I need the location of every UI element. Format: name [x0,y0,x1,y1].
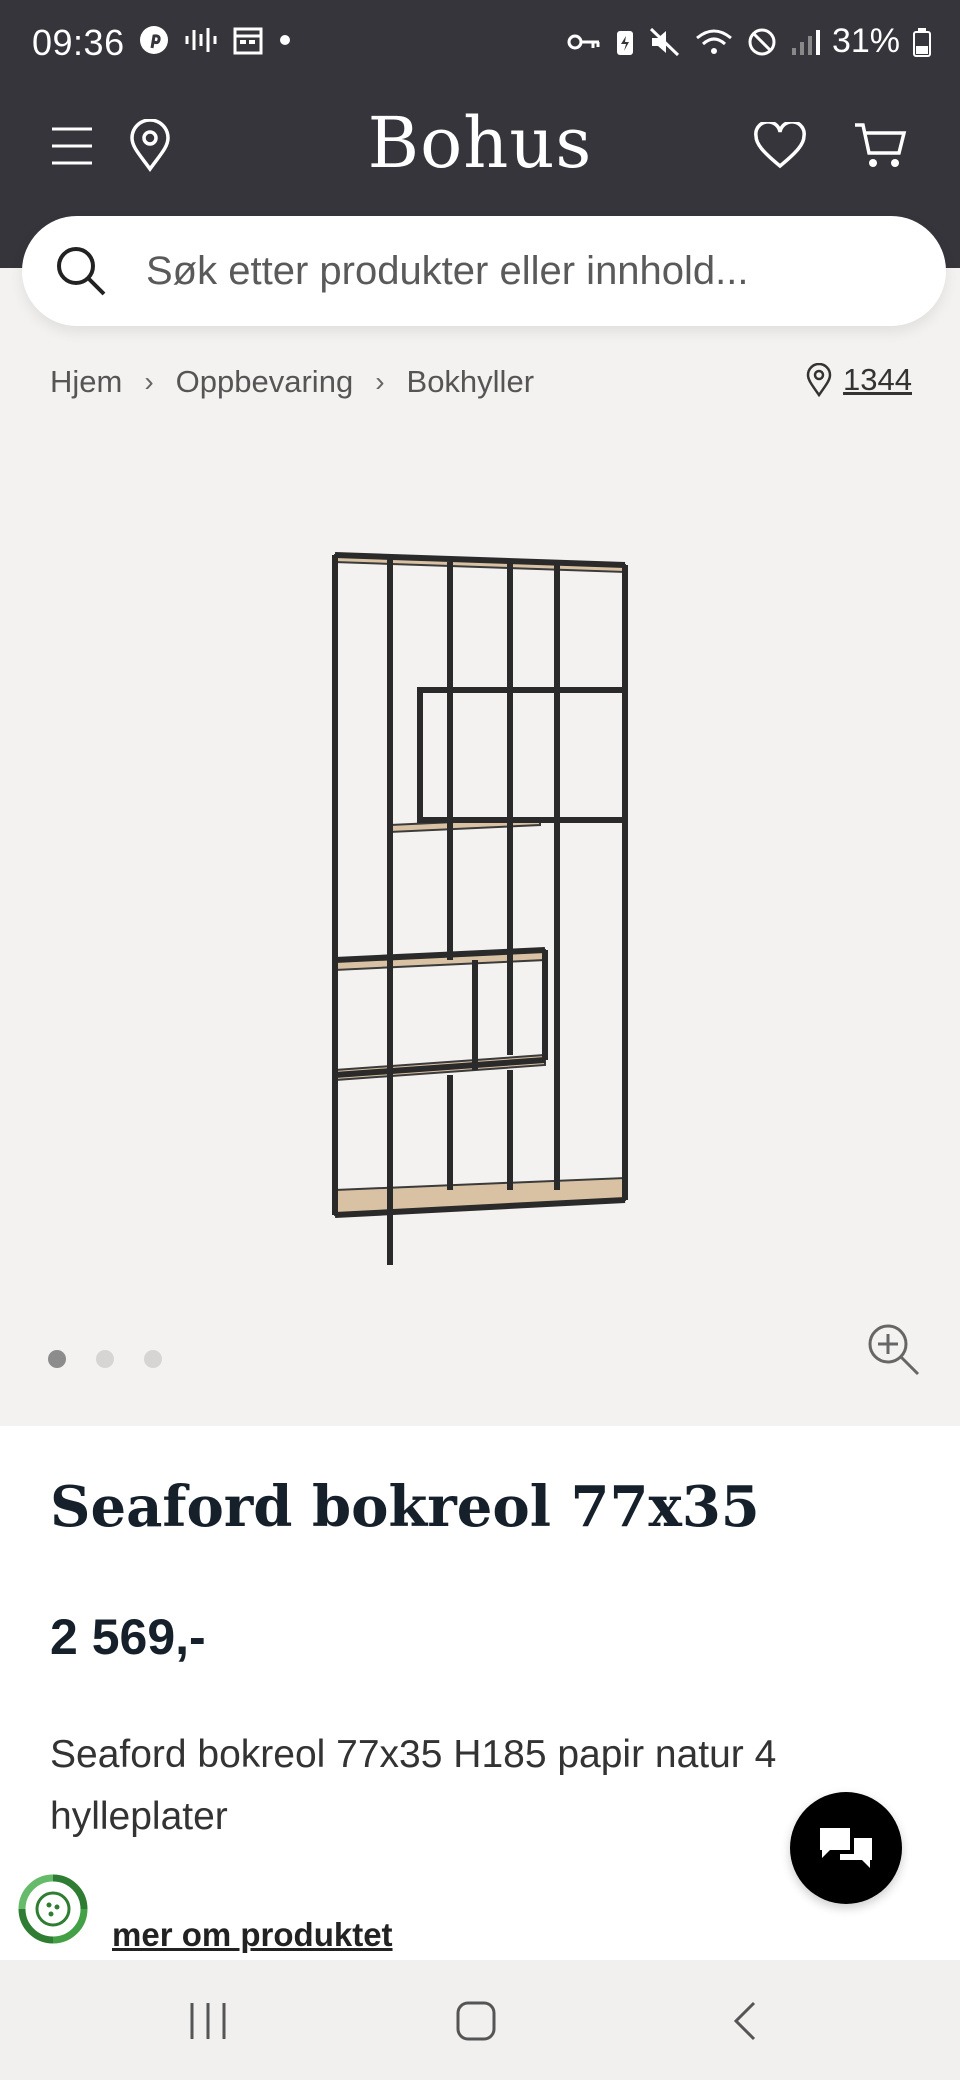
location-pin-icon [806,363,832,397]
search-icon[interactable] [52,242,110,300]
breadcrumb-separator: › [144,366,154,397]
signal-icon [791,29,820,55]
recent-apps-button[interactable] [178,1996,238,2046]
breadcrumb-bookshelves[interactable]: Bokhyller [407,364,535,400]
battery-icon [913,27,931,57]
home-icon [456,2001,496,2041]
product-description: Seaford bokreol 77x35 H185 papir natur 4… [50,1733,777,1838]
battery-percent: 31% [831,22,900,60]
product-price: 2 569,- [50,1609,206,1665]
gallery-dot[interactable] [48,1350,66,1368]
cart-icon [855,123,907,167]
more-about-product-link[interactable]: mer om produktet [112,1916,393,1954]
zoom-icon[interactable] [864,1320,924,1380]
bookshelf-image[interactable] [325,550,645,1270]
blocked-icon [748,28,776,55]
status-right-icons: 31% [566,22,932,61]
cart-button[interactable] [852,118,908,174]
calendar-icon [233,27,263,55]
eco-badge-icon[interactable] [16,1872,90,1946]
search-bar[interactable] [22,216,946,326]
mute-icon [649,27,679,56]
system-nav-bar [0,1960,960,2080]
back-icon [733,2001,756,2041]
store-number[interactable]: 1344 [843,362,912,398]
breadcrumb-separator: › [375,366,385,397]
breadcrumb: Hjem › Oppbevaring › Bokhyller [50,364,534,400]
key-icon [567,34,600,49]
pinterest-icon [140,26,168,54]
status-left-icons [138,24,292,56]
selected-store[interactable]: 1344 [805,362,912,398]
gallery-dot[interactable] [96,1350,114,1368]
status-time: 09:36 [32,22,125,63]
breadcrumb-storage[interactable]: Oppbevaring [176,364,354,400]
heart-icon [754,122,806,169]
gallery-pagination [48,1350,162,1368]
wishlist-button[interactable] [752,118,808,174]
product-title: Seaford bokreol 77x35 [50,1474,760,1540]
home-button[interactable] [446,1996,506,2046]
back-button[interactable] [716,1996,776,2046]
search-input[interactable] [146,248,906,294]
gallery-dot[interactable] [144,1350,162,1368]
site-header: Bohus [0,92,960,200]
audio-wave-icon [185,28,217,52]
breadcrumb-home[interactable]: Hjem [50,364,122,400]
dot-icon [280,35,290,45]
product-gallery[interactable] [0,420,960,1426]
chat-button[interactable] [790,1792,902,1904]
chat-bubbles-icon [820,1828,872,1868]
brand-logo[interactable]: Bohus [0,102,960,184]
status-bar: 09:36 31% [0,0,960,92]
battery-saver-icon [616,30,633,55]
recent-apps-icon [190,2003,226,2039]
wifi-icon [695,29,732,54]
